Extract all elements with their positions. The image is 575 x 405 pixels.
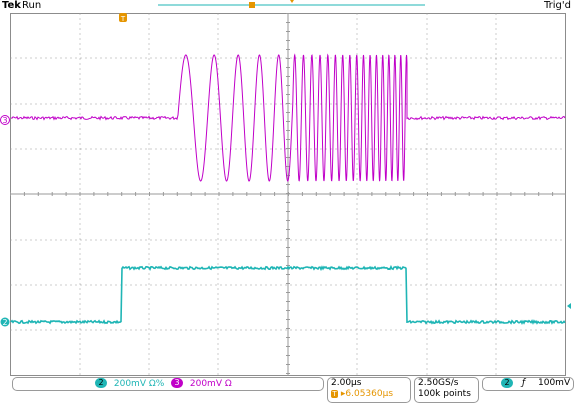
status-bar: 2 200mV Ω% 3 200mV Ω 2.00μs T ▸6.05360μs…: [0, 376, 575, 405]
ch3-marker[interactable]: 3: [0, 115, 10, 126]
ch3-badge: 3: [171, 378, 183, 388]
trigger-source-badge: 2: [501, 378, 513, 388]
trigger-settings-panel[interactable]: 2 ƒ 100mV: [482, 377, 574, 391]
trigger-offset-badge: T: [331, 390, 338, 398]
trigger-marker[interactable]: T: [119, 13, 127, 23]
ch2-marker[interactable]: 2: [0, 317, 10, 328]
acquisition-panel[interactable]: 2.50GS/s 100k points: [414, 377, 479, 403]
horizontal-settings-panel[interactable]: 2.00μs T ▸6.05360μs: [327, 377, 411, 403]
vertical-settings-panel[interactable]: 2 200mV Ω% 3 200mV Ω: [12, 377, 324, 391]
trigger-level-marker[interactable]: [567, 303, 571, 309]
record-position-marker: [249, 2, 255, 8]
trigger-position-arrow: [290, 0, 294, 3]
oscilloscope-display: 3 2 T: [0, 0, 571, 376]
trigger-level-value: 100mV: [538, 378, 571, 388]
svg-text:T: T: [120, 15, 126, 23]
ch2-scale: 200mV Ω%: [113, 378, 165, 389]
sample-rate: 2.50GS/s: [418, 378, 459, 388]
timebase-value: 2.00μs: [331, 378, 362, 388]
svg-text:2: 2: [2, 318, 7, 327]
ch3-scale: 200mV Ω: [189, 378, 232, 389]
record-length: 100k points: [418, 389, 471, 399]
svg-text:3: 3: [2, 116, 7, 125]
ch2-badge: 2: [95, 378, 107, 388]
trigger-slope-icon: ƒ: [522, 378, 526, 388]
trigger-offset-value: ▸6.05360μs: [340, 389, 394, 399]
